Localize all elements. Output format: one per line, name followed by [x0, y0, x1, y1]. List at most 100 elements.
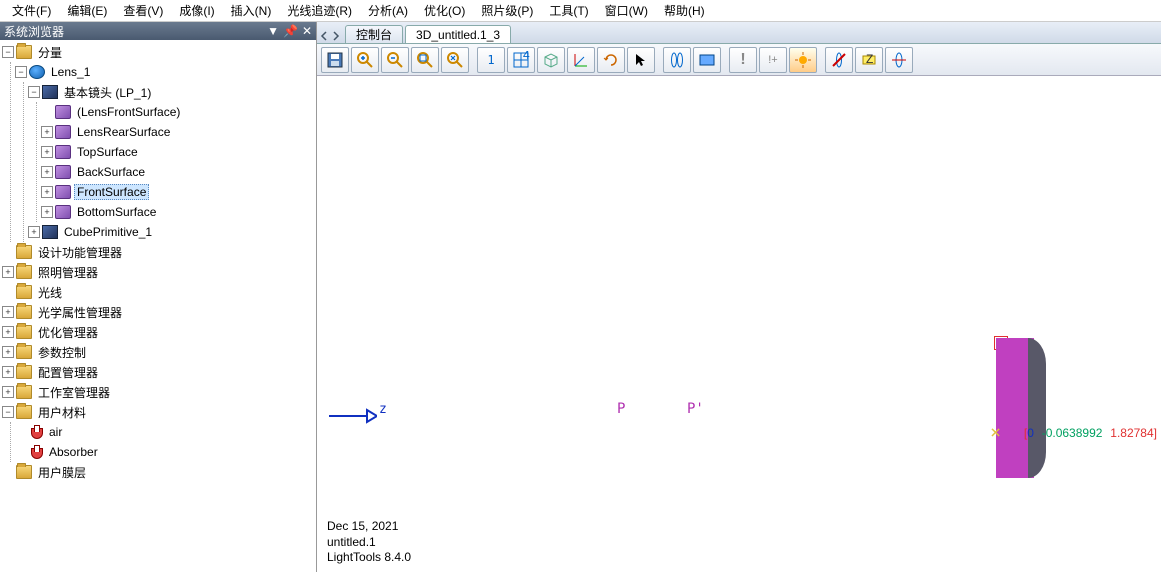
menu-help[interactable]: 帮助(H) [656, 0, 713, 21]
tab-console[interactable]: 控制台 [345, 25, 403, 43]
expand-icon[interactable]: + [41, 206, 53, 218]
tree-opt-mgr[interactable]: 优化管理器 [35, 323, 101, 342]
footer-file: untitled.1 [327, 535, 411, 551]
panel-title: 系统浏览器 [4, 23, 64, 40]
surface-icon [55, 125, 71, 139]
single-view-button[interactable]: 1 [477, 47, 505, 73]
folder-icon [16, 385, 32, 399]
axes-button[interactable] [567, 47, 595, 73]
zoom-window-button[interactable] [411, 47, 439, 73]
tree-user-materials[interactable]: 用户材料 [35, 403, 89, 422]
menu-window[interactable]: 窗口(W) [597, 0, 656, 21]
coordinate-readout: [0 -0.0638992 1.82784] [1024, 426, 1157, 441]
tree-design-mgr[interactable]: 设计功能管理器 [35, 243, 125, 262]
tree-param[interactable]: 参数控制 [35, 343, 89, 362]
tree-frontsurface-selected[interactable]: FrontSurface [74, 184, 149, 200]
menu-file[interactable]: 文件(F) [4, 0, 59, 21]
tree-root[interactable]: 分量 [35, 43, 65, 62]
system-browser-panel: 系统浏览器 ▼ 📌 ✕ −分量 −Lens_1 −基本镜头 (LP_1) (Le… [0, 22, 317, 572]
tree-optprop-mgr[interactable]: 光学属性管理器 [35, 303, 125, 322]
add-info-button[interactable]: !+ [759, 47, 787, 73]
menu-edit[interactable]: 编辑(E) [59, 0, 115, 21]
viewport-footer: Dec 15, 2021 untitled.1 LightTools 8.4.0 [327, 519, 411, 566]
zoom-out-button[interactable] [381, 47, 409, 73]
tab-3d-view[interactable]: 3D_untitled.1_3 [405, 25, 511, 43]
surface-icon [55, 205, 71, 219]
3d-viewport[interactable]: z P P' × [0 -0.0638992 1.82784] Dec 15, … [317, 76, 1161, 572]
expand-icon[interactable]: + [2, 366, 14, 378]
expand-icon[interactable]: + [2, 326, 14, 338]
tree-lens[interactable]: Lens_1 [48, 64, 93, 80]
expand-icon[interactable]: + [2, 346, 14, 358]
collapse-icon[interactable]: − [2, 406, 14, 418]
tree-view[interactable]: −分量 −Lens_1 −基本镜头 (LP_1) (LensFrontSurfa… [0, 40, 316, 572]
tree-lensfrontsurface[interactable]: (LensFrontSurface) [74, 104, 183, 120]
footer-app: LightTools 8.4.0 [327, 550, 411, 566]
quad-view-button[interactable]: 4 [507, 47, 535, 73]
axis-label-z: z [379, 402, 387, 417]
panel-pin-icon[interactable]: 📌 [283, 24, 298, 38]
z-axis-arrow-icon [327, 406, 377, 426]
folder-icon [16, 45, 32, 59]
rotate-button[interactable] [597, 47, 625, 73]
view-cube-button[interactable] [537, 47, 565, 73]
expand-icon[interactable]: + [41, 146, 53, 158]
zoom-fit-button[interactable] [441, 47, 469, 73]
info-button[interactable]: ! [729, 47, 757, 73]
lens-element-button[interactable] [885, 47, 913, 73]
expand-icon[interactable]: + [2, 386, 14, 398]
collapse-icon[interactable]: − [2, 46, 14, 58]
tree-cubeprimitive[interactable]: CubePrimitive_1 [61, 224, 155, 240]
save-button[interactable] [321, 47, 349, 73]
tree-ray[interactable]: 光线 [35, 283, 65, 302]
menu-image[interactable]: 成像(I) [171, 0, 222, 21]
render-button[interactable] [789, 47, 817, 73]
panel-dropdown-icon[interactable]: ▼ [267, 24, 279, 38]
tab-prev-icon[interactable] [319, 31, 329, 41]
menu-analysis[interactable]: 分析(A) [360, 0, 416, 21]
z-plane-button[interactable]: Z [855, 47, 883, 73]
menu-tools[interactable]: 工具(T) [541, 0, 596, 21]
surface-icon [55, 105, 71, 119]
document-tabs: 控制台 3D_untitled.1_3 [317, 22, 1161, 44]
zoom-in-button[interactable] [351, 47, 379, 73]
tree-illum-mgr[interactable]: 照明管理器 [35, 263, 101, 282]
tree-studio-mgr[interactable]: 工作室管理器 [35, 383, 113, 402]
origin-marker-icon: × [990, 422, 1001, 443]
lens-geometry[interactable] [996, 338, 1046, 478]
cube-icon [42, 225, 58, 239]
tree-mat-absorber[interactable]: Absorber [46, 444, 101, 460]
select-button[interactable] [627, 47, 655, 73]
panel-close-icon[interactable]: ✕ [302, 24, 312, 38]
collapse-icon[interactable]: − [15, 66, 27, 78]
tree-backsurface[interactable]: BackSurface [74, 164, 148, 180]
collapse-icon[interactable]: − [28, 86, 40, 98]
expand-icon[interactable]: + [2, 306, 14, 318]
tree-baselens[interactable]: 基本镜头 (LP_1) [61, 83, 154, 102]
tree-bottomsurface[interactable]: BottomSurface [74, 204, 159, 220]
hide-rays-button[interactable] [825, 47, 853, 73]
tree-user-coatings[interactable]: 用户膜层 [35, 463, 89, 482]
tree-topsurface[interactable]: TopSurface [74, 144, 141, 160]
footer-date: Dec 15, 2021 [327, 519, 411, 535]
menu-insert[interactable]: 插入(N) [223, 0, 280, 21]
content-area: 控制台 3D_untitled.1_3 1 4 ! !+ Z [317, 22, 1161, 572]
tree-config-mgr[interactable]: 配置管理器 [35, 363, 101, 382]
expand-icon[interactable]: + [41, 126, 53, 138]
expand-icon[interactable]: + [41, 166, 53, 178]
surface-icon [55, 185, 71, 199]
menu-photoreal[interactable]: 照片级(P) [473, 0, 541, 21]
expand-icon[interactable]: + [28, 226, 40, 238]
tree-lensrearsurface[interactable]: LensRearSurface [74, 124, 173, 140]
menu-raytrace[interactable]: 光线追迹(R) [279, 0, 360, 21]
tab-next-icon[interactable] [331, 31, 341, 41]
menu-view[interactable]: 查看(V) [115, 0, 171, 21]
expand-icon[interactable]: + [2, 266, 14, 278]
lens-icon [29, 65, 45, 79]
shaded-view-button[interactable] [693, 47, 721, 73]
folder-icon [16, 245, 32, 259]
menu-optimize[interactable]: 优化(O) [416, 0, 473, 21]
tree-mat-air[interactable]: air [46, 424, 65, 440]
expand-icon[interactable]: + [41, 186, 53, 198]
wireframe-lens-button[interactable] [663, 47, 691, 73]
